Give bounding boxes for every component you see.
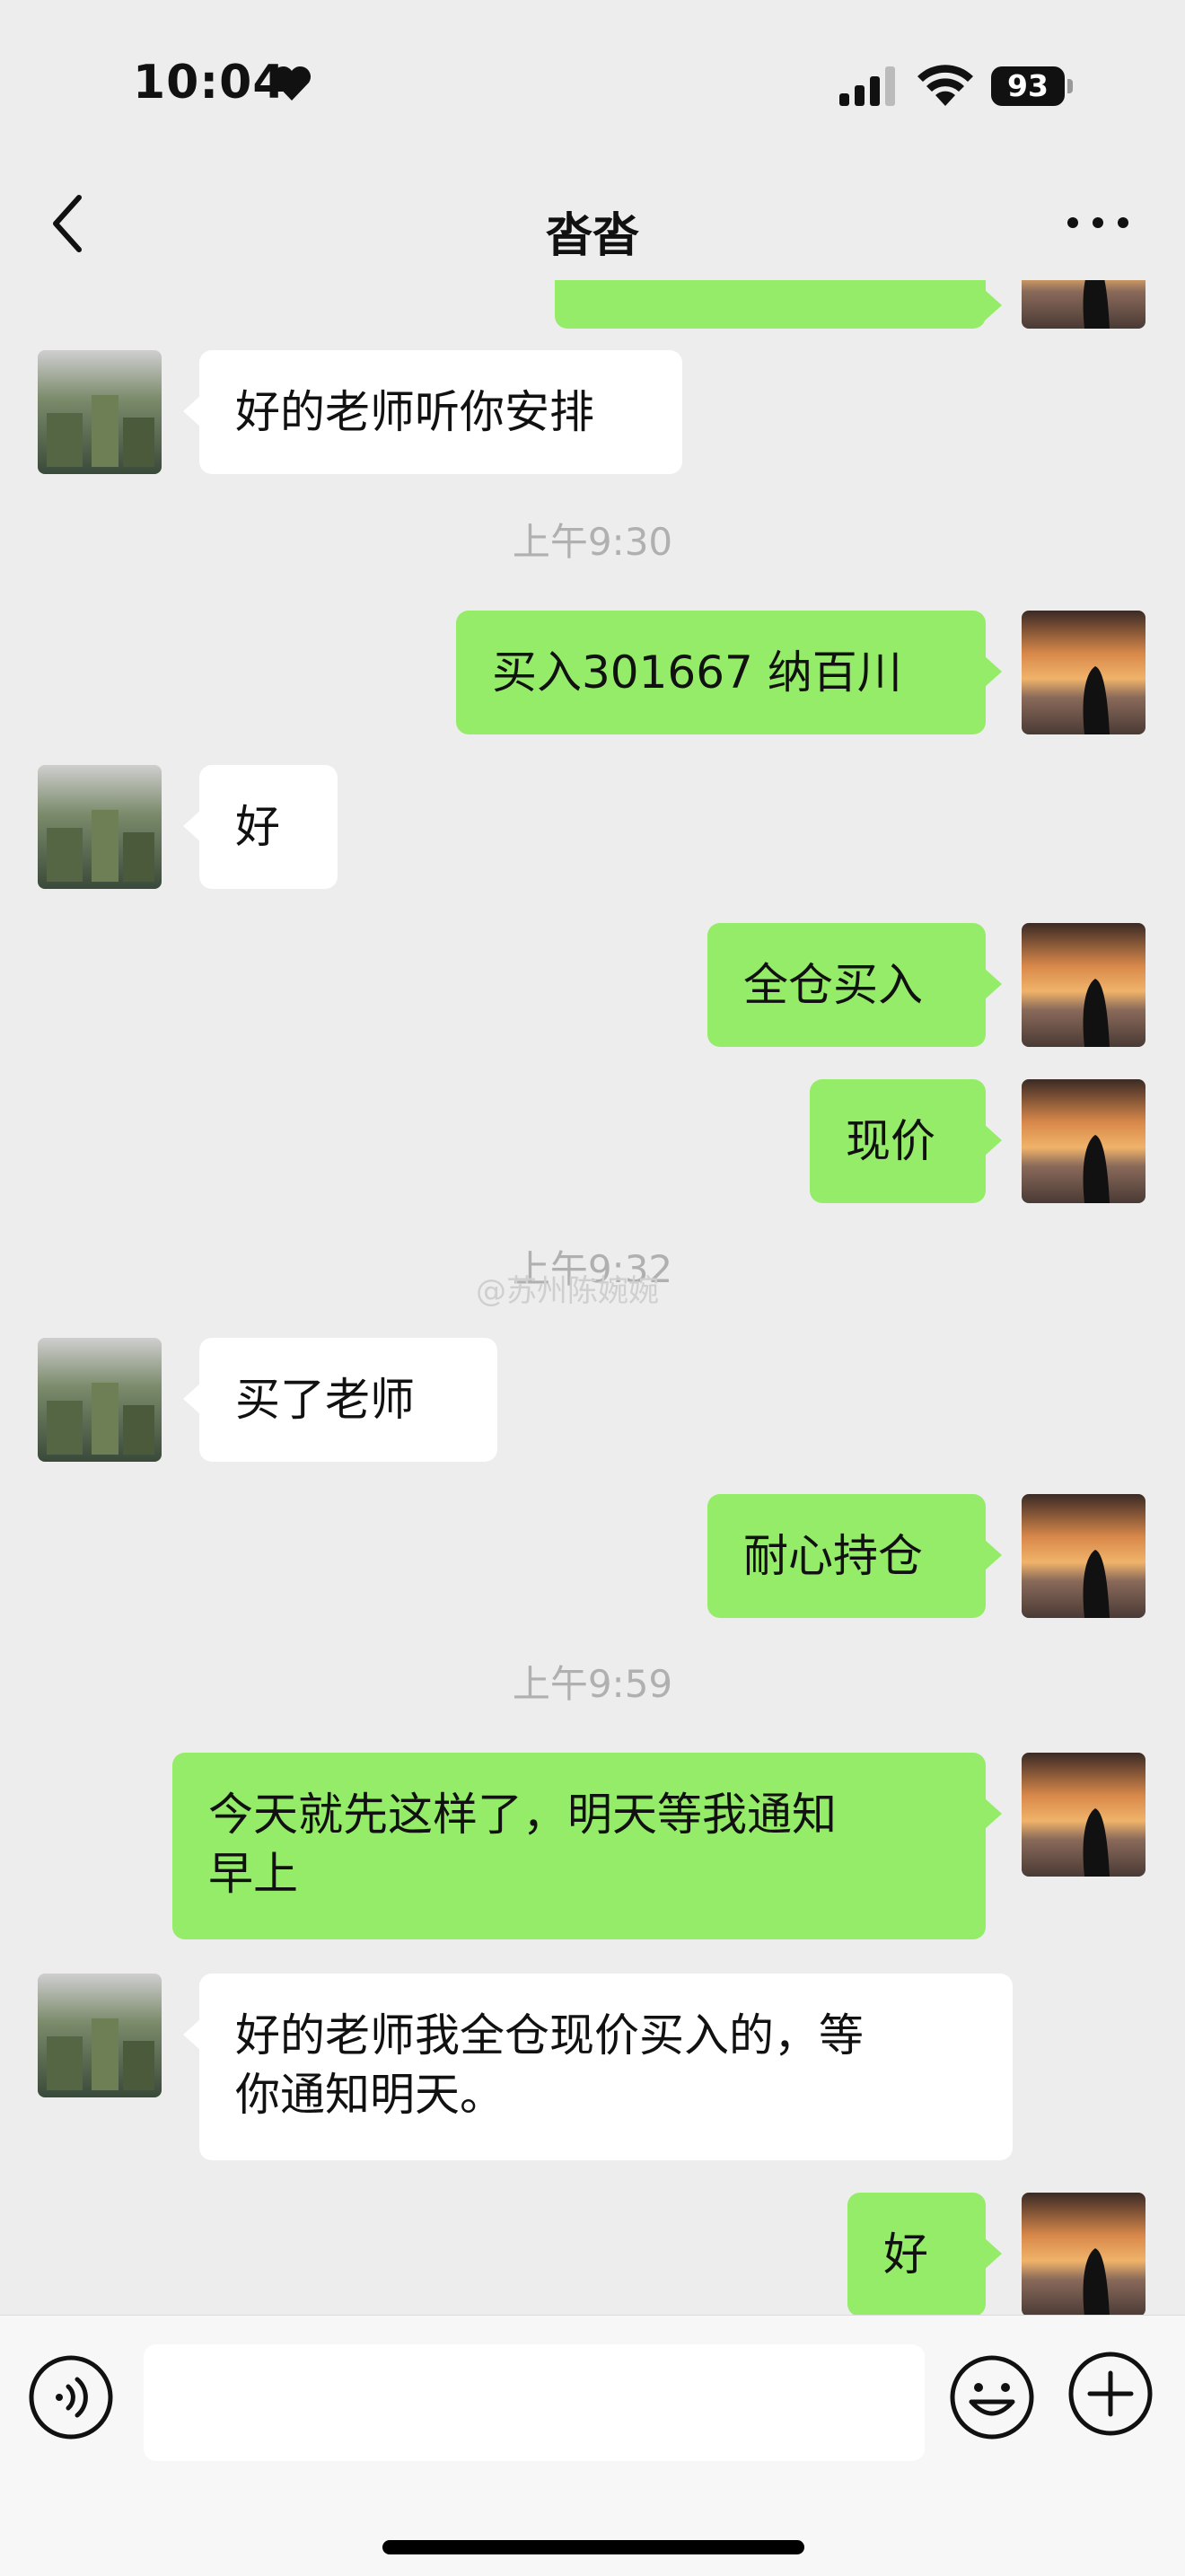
avatar-self[interactable] xyxy=(1022,1753,1146,1877)
avatar-contact[interactable] xyxy=(38,1338,162,1462)
signal-icon xyxy=(839,66,895,106)
message-bubble[interactable]: 买入301667 纳百川 xyxy=(456,611,1002,734)
avatar-contact[interactable] xyxy=(38,765,162,889)
heart-icon xyxy=(272,66,312,101)
avatar-self[interactable] xyxy=(1022,280,1146,329)
message-bubble-partial[interactable] xyxy=(555,280,1002,329)
message-bubble[interactable]: 好 xyxy=(847,2193,1002,2315)
emoji-icon[interactable] xyxy=(948,2353,1036,2441)
message-bubble[interactable]: 现价 xyxy=(810,1079,1002,1203)
status-bar: 10:04 93 xyxy=(0,0,1185,171)
plus-icon[interactable] xyxy=(1066,2350,1154,2438)
avatar-self[interactable] xyxy=(1022,2193,1146,2315)
battery-tip xyxy=(1067,79,1073,93)
message-bubble[interactable]: 好的老师听你安排 xyxy=(183,350,682,474)
chat-header: 沓沓 xyxy=(0,171,1185,280)
message-list[interactable]: 好的老师听你安排 上午9:30 买入301667 纳百川 好 全仓买入 现价 上… xyxy=(0,280,1185,2315)
avatar-contact[interactable] xyxy=(38,1974,162,2097)
message-bubble[interactable]: 买了老师 xyxy=(183,1338,497,1462)
chat-title: 沓沓 xyxy=(545,209,639,263)
message-bubble[interactable]: 今天就先这样了，明天等我通知 早上 xyxy=(172,1753,1002,1939)
watermark: @苏州陈婉婉 xyxy=(476,1273,659,1309)
battery-indicator: 93 xyxy=(991,66,1074,106)
home-indicator[interactable] xyxy=(382,2540,804,2554)
message-bubble[interactable]: 好的老师我全仓现价买入的，等 你通知明天。 xyxy=(183,1974,1013,2160)
message-bubble[interactable]: 全仓买入 xyxy=(707,923,1002,1047)
timestamp: 上午9:59 xyxy=(512,1662,673,1706)
voice-icon[interactable] xyxy=(27,2353,115,2441)
avatar-self[interactable] xyxy=(1022,1494,1146,1618)
message-input[interactable] xyxy=(144,2344,925,2461)
message-bubble[interactable]: 好 xyxy=(183,765,338,889)
more-dots-icon[interactable] xyxy=(1065,205,1131,241)
input-bar xyxy=(0,2315,1185,2576)
battery-level: 93 xyxy=(991,66,1065,106)
avatar-self[interactable] xyxy=(1022,1079,1146,1203)
timestamp: 上午9:30 xyxy=(512,520,673,564)
avatar-self[interactable] xyxy=(1022,923,1146,1047)
avatar-self[interactable] xyxy=(1022,611,1146,734)
wifi-icon xyxy=(917,65,973,106)
avatar-contact[interactable] xyxy=(38,350,162,474)
message-bubble[interactable]: 耐心持仓 xyxy=(707,1494,1002,1618)
status-time: 10:04 xyxy=(133,56,286,110)
